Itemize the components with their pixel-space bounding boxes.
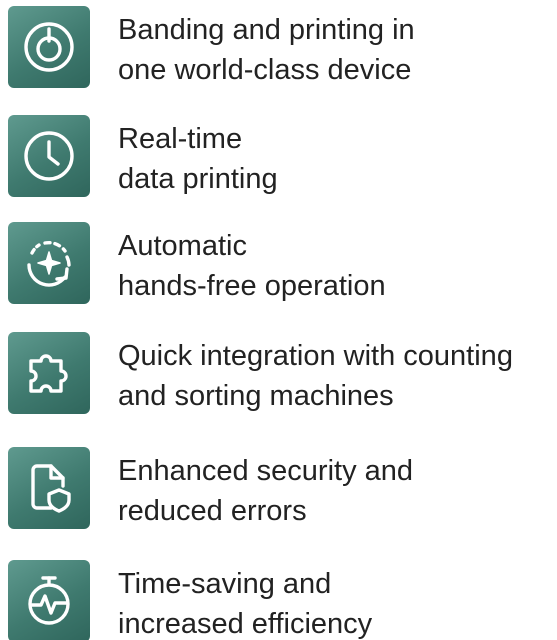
feature-line-2: increased efficiency — [118, 608, 373, 640]
feature-security: Enhanced security and reduced errors — [8, 447, 557, 529]
document-shield-icon — [31, 464, 71, 513]
stopwatch-icon — [28, 576, 70, 625]
feature-text: Banding and printing in one world-class … — [118, 10, 415, 90]
feature-line-1: Quick integration with counting — [118, 340, 513, 372]
puzzle-icon — [29, 354, 68, 393]
feature-line-2: and sorting machines — [118, 380, 394, 412]
feature-time-saving: Time-saving and increased efficiency — [8, 560, 557, 640]
power-circle-icon — [24, 22, 74, 72]
feature-line-1: Enhanced security and — [118, 455, 414, 487]
feature-text: Time-saving and increased efficiency — [118, 564, 372, 640]
feature-list: Banding and printing in one world-class … — [0, 0, 557, 640]
feature-banding-printing: Banding and printing in one world-class … — [8, 6, 557, 88]
feature-text: Automatic hands-free operation — [118, 226, 386, 306]
auto-cycle-icon — [27, 240, 71, 287]
feature-line-2: hands-free operation — [118, 270, 386, 302]
clock-icon — [24, 131, 74, 181]
feature-icon-tile — [8, 447, 90, 529]
feature-icon-tile — [8, 560, 90, 640]
feature-automatic: Automatic hands-free operation — [8, 222, 557, 304]
feature-icon-tile — [8, 222, 90, 304]
feature-line-2: reduced errors — [118, 495, 307, 527]
feature-line-1: Automatic — [118, 230, 247, 262]
feature-integration: Quick integration with counting and sort… — [8, 332, 557, 414]
feature-icon-tile — [8, 115, 90, 197]
feature-line-1: Banding and printing in — [118, 14, 415, 46]
feature-line-2: data printing — [118, 163, 278, 195]
feature-icon-tile — [8, 6, 90, 88]
feature-line-1: Real-time — [118, 123, 243, 155]
feature-text: Quick integration with counting and sort… — [118, 336, 513, 416]
feature-icon-tile — [8, 332, 90, 414]
feature-line-1: Time-saving and — [118, 568, 332, 600]
feature-line-2: one world-class device — [118, 54, 412, 86]
feature-text: Real-time data printing — [118, 119, 278, 199]
feature-text: Enhanced security and reduced errors — [118, 451, 413, 531]
feature-real-time: Real-time data printing — [8, 115, 557, 197]
